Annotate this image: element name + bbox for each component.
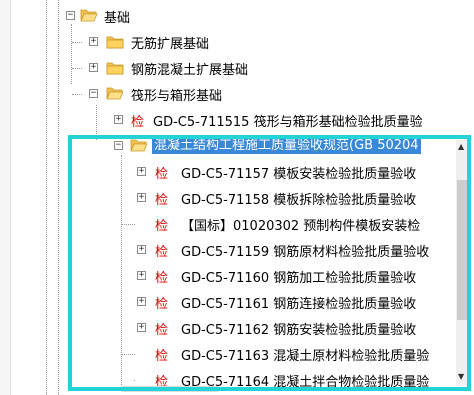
collapse-toggle[interactable]: − bbox=[89, 89, 98, 98]
inspection-badge: 检 bbox=[155, 323, 169, 338]
expand-toggle[interactable]: + bbox=[89, 63, 98, 72]
tree-guide bbox=[121, 224, 135, 225]
tree-node-form[interactable]: + 检 GD-C5-71161 钢筋连接检验批质量验收 bbox=[133, 291, 458, 313]
tree-node-label: GD-C5-71157 模板安装检验批质量验收 bbox=[181, 167, 417, 182]
tree-guide bbox=[72, 42, 82, 43]
tree-node-folder[interactable]: + 钢筋混凝土扩展基础 bbox=[72, 57, 334, 79]
tree-node-form[interactable]: + 检 GD-C5-71160 钢筋加工检验批质量验收 bbox=[133, 265, 458, 287]
inspection-badge: 检 bbox=[155, 219, 169, 234]
expand-toggle[interactable]: + bbox=[137, 245, 146, 254]
expand-toggle[interactable]: + bbox=[137, 297, 146, 306]
tree-node-form[interactable]: + 检 GD-C5-71159 钢筋原材料检验批质量验收 bbox=[133, 239, 458, 261]
tree-node-label: 筏形与箱形基础 bbox=[131, 89, 223, 104]
expand-toggle[interactable]: + bbox=[89, 37, 98, 46]
collapse-toggle[interactable]: − bbox=[114, 141, 123, 150]
tree-node-label: 无筋扩展基础 bbox=[131, 37, 210, 52]
folder-icon bbox=[106, 36, 124, 49]
scroll-up-arrow-icon[interactable]: ▲ bbox=[458, 142, 464, 151]
tree-guide bbox=[133, 380, 135, 381]
inspection-badge: 检 bbox=[155, 375, 169, 387]
tree-node-label: GD-C5-71160 钢筋加工检验批质量验收 bbox=[181, 271, 417, 286]
open-folder-icon bbox=[80, 9, 98, 22]
tree-node-label: 钢筋混凝土扩展基础 bbox=[131, 63, 249, 78]
tree-guide bbox=[121, 354, 135, 355]
expand-toggle[interactable]: + bbox=[137, 271, 146, 280]
tree-node-label: 混凝土结构工程施工质量验收规范(GB 50204 bbox=[152, 137, 421, 154]
tree-guide bbox=[58, 0, 59, 395]
tree-node-form[interactable]: 检 GD-C5-71163 混凝土原材料检验批质量验 bbox=[121, 343, 458, 365]
tree-node-folder-selected[interactable]: − 混凝土结构工程施工质量验收规范(GB 50204 bbox=[109, 135, 469, 157]
tree-node-label: GD-C5-711515 筏形与箱形基础检验批质量验 bbox=[153, 115, 423, 130]
tree-node-form[interactable]: + 检 GD-C5-71157 模板安装检验批质量验收 bbox=[133, 161, 458, 183]
tree-node-folder[interactable]: + 无筋扩展基础 bbox=[72, 31, 304, 53]
tree-guide bbox=[72, 94, 82, 95]
tree-guide bbox=[121, 155, 122, 385]
tree-node-label: GD-C5-71163 混凝土原材料检验批质量验 bbox=[181, 349, 430, 364]
tree-node-form[interactable]: 检 GD-C5-71164 混凝土拌合物检验批质量验 bbox=[133, 369, 458, 387]
inspection-badge: 检 bbox=[155, 245, 169, 260]
tree-guide bbox=[46, 0, 47, 395]
tree-node-form[interactable]: + 检 GD-C5-71158 模板拆除检验批质量验收 bbox=[133, 187, 458, 209]
expand-toggle[interactable]: + bbox=[137, 193, 146, 202]
inspection-badge: 检 bbox=[155, 349, 169, 364]
tree-guide bbox=[71, 24, 72, 84]
inspection-badge: 检 bbox=[131, 115, 145, 130]
tree-node-label: 基础 bbox=[104, 11, 131, 26]
open-folder-icon bbox=[106, 87, 124, 100]
expand-toggle[interactable]: + bbox=[137, 167, 146, 176]
tree-guide bbox=[96, 105, 97, 140]
inspection-badge: 检 bbox=[155, 167, 169, 182]
expand-toggle[interactable]: + bbox=[114, 115, 123, 124]
tree-node-label: 【国标】01020302 预制构件模板安装检 bbox=[181, 219, 421, 234]
inspection-badge: 检 bbox=[155, 193, 169, 208]
folder-icon bbox=[106, 62, 124, 75]
tree-node-root[interactable]: − 基础 bbox=[60, 5, 260, 27]
tree-node-form[interactable]: + 检 GD-C5-71162 钢筋安装检验批质量验收 bbox=[133, 317, 458, 339]
inspection-badge: 检 bbox=[155, 271, 169, 286]
tree-node-folder[interactable]: − 筏形与箱形基础 bbox=[72, 83, 334, 105]
scrollbar-thumb[interactable] bbox=[457, 180, 468, 320]
open-folder-icon bbox=[130, 139, 148, 152]
scroll-down-arrow-icon[interactable]: ▼ bbox=[458, 372, 464, 381]
tree-node-label: GD-C5-71158 模板拆除检验批质量验收 bbox=[181, 193, 417, 208]
tree-guide bbox=[72, 68, 82, 69]
vertical-scrollbar[interactable]: ▲ ▼ bbox=[456, 140, 469, 386]
horizontal-scrollbar-thumb[interactable] bbox=[120, 386, 220, 392]
inspection-badge: 检 bbox=[155, 297, 169, 312]
tree-node-label: GD-C5-71161 钢筋连接检验批质量验收 bbox=[181, 297, 417, 312]
tree-node-form[interactable]: 检 【国标】01020302 预制构件模板安装检 bbox=[121, 213, 458, 235]
tree-node-form[interactable]: + 检 GD-C5-711515 筏形与箱形基础检验批质量验 bbox=[109, 109, 474, 131]
expand-toggle[interactable]: + bbox=[137, 323, 146, 332]
tree-node-label: GD-C5-71159 钢筋原材料检验批质量验收 bbox=[181, 245, 430, 260]
tree-node-label: GD-C5-71164 混凝土拌合物检验批质量验 bbox=[181, 375, 430, 387]
left-panel-edge bbox=[0, 0, 11, 395]
collapse-toggle[interactable]: − bbox=[66, 11, 75, 20]
tree-node-label: GD-C5-71162 钢筋安装检验批质量验收 bbox=[181, 323, 417, 338]
